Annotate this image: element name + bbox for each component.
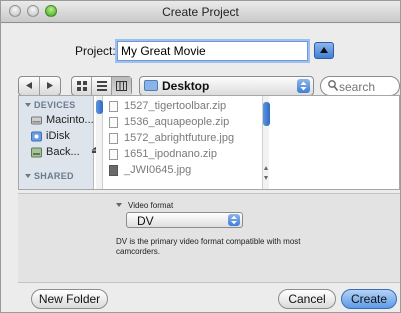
devices-header: DEVICES xyxy=(25,100,76,110)
title-bar[interactable]: Create Project xyxy=(1,1,400,23)
select-arrows-icon xyxy=(228,214,240,226)
format-panel: Video format DV DV is the primary video … xyxy=(18,193,400,283)
file-list-scrollbar[interactable] xyxy=(262,96,270,189)
hard-drive-icon xyxy=(31,115,42,126)
forward-button[interactable] xyxy=(40,77,60,95)
file-item[interactable]: 1572_abrightfuture.jpg xyxy=(109,131,259,147)
file-item[interactable]: 1536_aquapeople.zip xyxy=(109,115,259,131)
icon-view-button[interactable] xyxy=(72,77,92,95)
sidebar-scrollbar[interactable] xyxy=(96,96,103,189)
file-browser: DEVICES Macinto... iDisk Back... SHARED … xyxy=(18,95,400,190)
project-label: Project: xyxy=(75,44,116,58)
backup-drive-icon xyxy=(31,147,42,158)
empty-column xyxy=(274,96,399,189)
list-view-button[interactable] xyxy=(92,77,112,95)
triangle-up-icon xyxy=(320,47,328,53)
file-list-scroll-thumb[interactable] xyxy=(263,102,270,126)
image-file-icon xyxy=(109,133,118,144)
location-popup[interactable]: Desktop xyxy=(139,76,314,96)
window-title: Create Project xyxy=(162,5,239,19)
file-item[interactable]: 1527_tigertoolbar.zip xyxy=(109,99,259,115)
shared-header: SHARED xyxy=(25,171,74,181)
back-arrow-icon xyxy=(26,82,32,89)
file-item[interactable]: _JWI0645.jpg xyxy=(109,163,259,179)
search-field[interactable] xyxy=(320,76,400,96)
file-item[interactable]: 1651_ipodnano.zip xyxy=(109,147,259,163)
zip-file-icon xyxy=(109,117,118,128)
video-format-disclosure[interactable]: Video format xyxy=(116,201,173,210)
project-row: Project: xyxy=(1,41,400,63)
idisk-icon xyxy=(31,131,42,142)
scroll-up-arrow-icon[interactable] xyxy=(264,166,268,170)
project-name-input[interactable] xyxy=(117,41,308,61)
grid-view-icon xyxy=(77,81,87,91)
list-view-icon xyxy=(97,81,107,91)
view-mode-control xyxy=(71,76,132,96)
video-format-value: DV xyxy=(137,214,154,228)
back-button[interactable] xyxy=(19,77,40,95)
new-folder-button[interactable]: New Folder xyxy=(31,289,108,309)
format-description: DV is the primary video format compatibl… xyxy=(116,237,301,256)
video-format-select[interactable]: DV xyxy=(126,212,243,228)
back-forward-control xyxy=(18,76,61,96)
forward-arrow-icon xyxy=(47,82,53,89)
zip-file-icon xyxy=(109,101,118,112)
scroll-down-arrow-icon[interactable] xyxy=(264,176,268,180)
cancel-button[interactable]: Cancel xyxy=(278,289,336,309)
column-view-icon xyxy=(116,81,127,91)
search-icon xyxy=(328,80,338,91)
popup-arrows-icon xyxy=(297,79,310,93)
sidebar-scroll-thumb[interactable] xyxy=(96,100,103,114)
column-view-button[interactable] xyxy=(112,77,131,95)
desktop-folder-icon xyxy=(144,80,158,91)
zip-file-icon xyxy=(109,149,118,160)
file-list: 1527_tigertoolbar.zip 1536_aquapeople.zi… xyxy=(109,99,259,179)
sidebar: DEVICES Macinto... iDisk Back... SHARED xyxy=(19,96,100,189)
location-label: Desktop xyxy=(162,79,210,93)
expand-browser-button[interactable] xyxy=(314,42,334,59)
create-project-dialog: Create Project Project: My Great Movie D… xyxy=(0,0,401,313)
create-button[interactable]: Create xyxy=(341,289,397,309)
search-input[interactable] xyxy=(339,79,395,94)
image-file-icon xyxy=(109,165,118,176)
dialog-content: Project: My Great Movie Desktop search D… xyxy=(1,24,400,312)
